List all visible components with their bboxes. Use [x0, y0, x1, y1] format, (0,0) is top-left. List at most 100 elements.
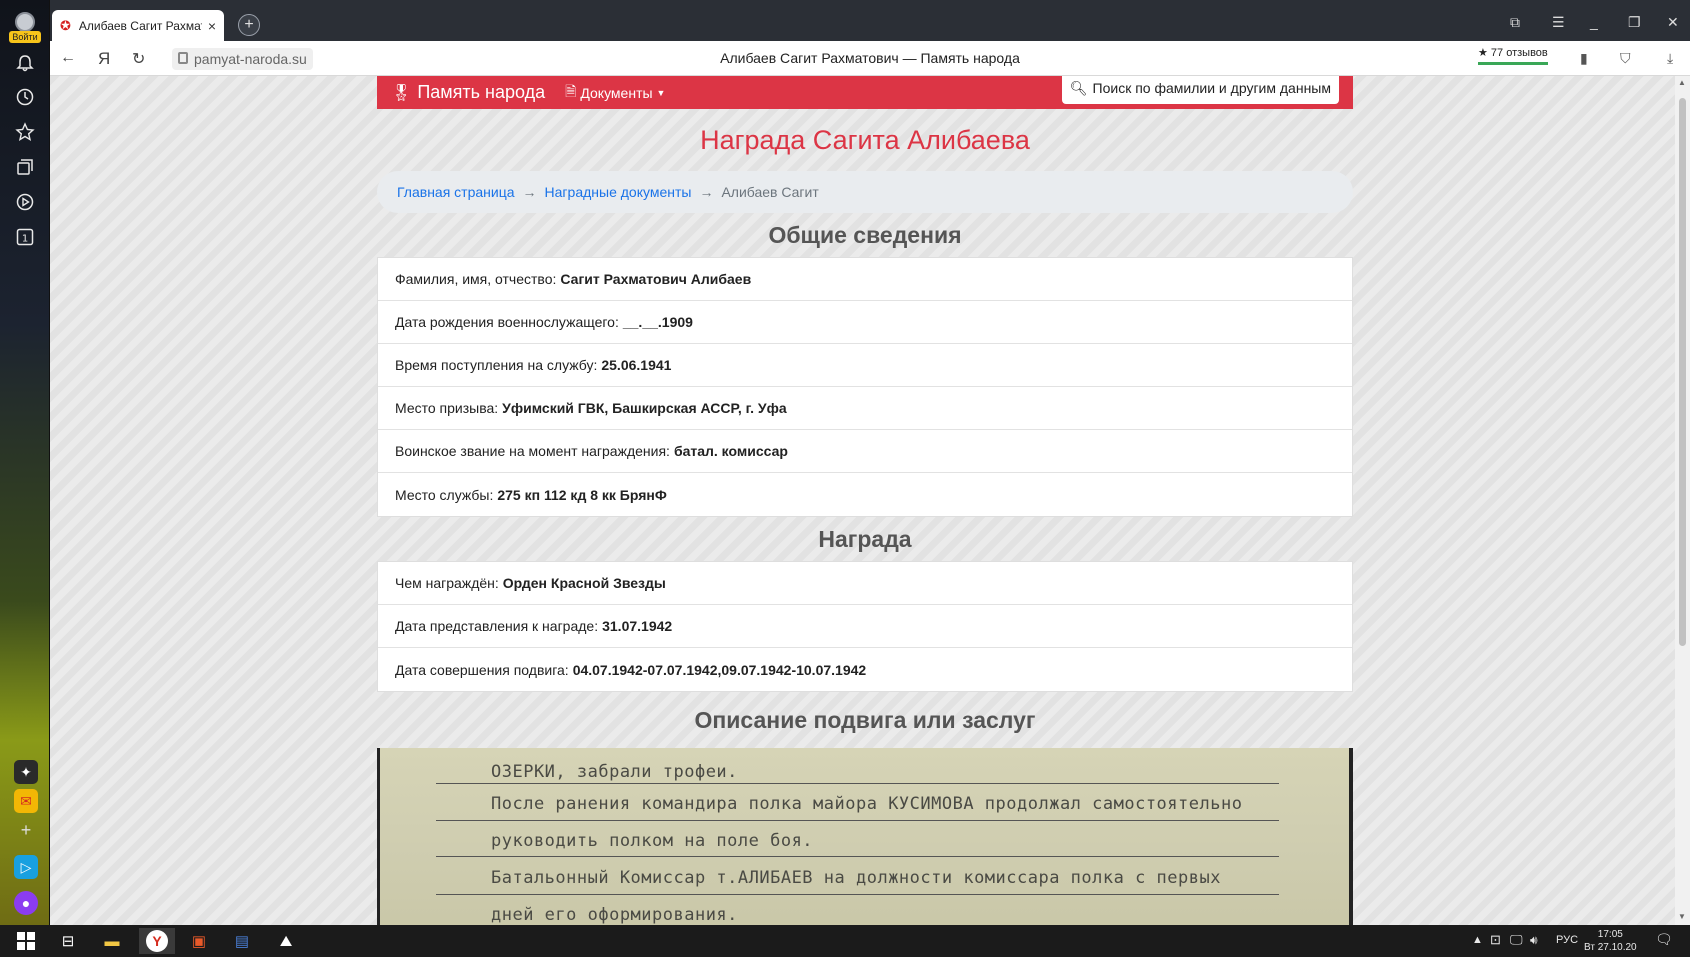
award-row-decoration: Чем награждён: Орден Красной Звезды	[378, 562, 1352, 605]
info-row-service-start: Время поступления на службу: 25.06.1941	[378, 344, 1352, 387]
general-info-list: Фамилия, имя, отчество: Сагит Рахматович …	[377, 257, 1353, 517]
windows-start-icon[interactable]	[8, 928, 44, 954]
notifications-icon[interactable]: 🗨︎	[1655, 931, 1673, 948]
breadcrumb-awards-link[interactable]: Наградные документы	[545, 184, 692, 200]
tab-close-icon[interactable]: ×	[208, 18, 216, 34]
page-title: Алибаев Сагит Рахматович — Память народа	[720, 50, 1020, 66]
document-line: После ранения командира полка майора КУС…	[491, 794, 1243, 814]
row-value: 25.06.1941	[601, 357, 672, 373]
tab-counter-icon[interactable]: 1	[15, 227, 35, 247]
document-line: дней его оформирования.	[491, 905, 738, 925]
alice-voice-icon[interactable]: ●	[14, 891, 38, 915]
brand-text: Память народа	[417, 82, 546, 102]
breadcrumb-current: Алибаев Сагит	[721, 184, 819, 200]
downloads-icon[interactable]: ⤓	[1667, 50, 1673, 67]
row-value: __.__.1909	[622, 314, 693, 330]
file-explorer-icon[interactable]: ▬	[94, 928, 130, 954]
restore-icon[interactable]: ❐	[1628, 14, 1641, 31]
caret-down-icon: ▼	[656, 87, 666, 98]
messenger-icon[interactable]: ▷	[14, 855, 38, 879]
document-line: Батальонный Комиссар т.АЛИБАЕВ на должно…	[491, 868, 1221, 888]
row-label: Дата рождения военнослужащего:	[395, 314, 619, 330]
section-award-heading: Награда	[818, 526, 912, 552]
video-play-icon[interactable]	[15, 192, 35, 212]
content-container: 🎖︎ Память народа 🗎 Документы ▼ 🔍︎ Поиск …	[377, 76, 1353, 925]
breadcrumb-home-link[interactable]: Главная страница	[397, 184, 515, 200]
volume-icon[interactable]: 🔊︎	[1530, 933, 1538, 948]
close-window-icon[interactable]: ✕	[1667, 14, 1679, 31]
info-row-rank: Воинское звание на момент награждения: ба…	[378, 430, 1352, 473]
row-value: Уфимский ГВК, Башкирская АССР, г. Уфа	[502, 400, 787, 416]
row-value: батал. комиссар	[673, 443, 788, 459]
document-editor-icon[interactable]: ▤	[224, 928, 260, 954]
yandex-browser-taskbar-icon[interactable]: Y	[139, 928, 175, 954]
info-row-name: Фамилия, имя, отчество: Сагит Рахматович …	[378, 258, 1352, 301]
tray-expand-icon[interactable]: ▲	[1472, 934, 1483, 946]
info-row-draft-place: Место призыва: Уфимский ГВК, Башкирская А…	[378, 387, 1352, 430]
profile-button[interactable]: Войти	[9, 10, 41, 44]
document-rule	[436, 894, 1279, 895]
award-row-feat-date: Дата совершения подвига: 04.07.1942-07.07…	[378, 648, 1352, 691]
row-label: Воинское звание на момент награждения:	[395, 443, 670, 459]
row-value: Орден Красной Звезды	[502, 575, 666, 591]
sync-icon[interactable]: ⧉	[1510, 14, 1520, 31]
scanned-award-document[interactable]: ОЗЕРКИ, забрали трофеи. После ранения ко…	[377, 748, 1353, 925]
system-clock[interactable]: 17:05 Вт 27.10.20	[1584, 928, 1637, 954]
collections-icon[interactable]	[15, 157, 35, 177]
page-scrollbar[interactable]: ▲ ▼	[1675, 76, 1690, 925]
row-label: Время поступления на службу:	[395, 357, 598, 373]
document-line: ОЗЕРКИ, забрали трофеи.	[491, 762, 738, 782]
documents-dropdown[interactable]: 🗎 Документы ▼	[565, 81, 665, 105]
scrollbar-thumb[interactable]	[1679, 98, 1686, 646]
bell-icon[interactable]	[15, 53, 35, 73]
row-value: 31.07.1942	[602, 618, 673, 634]
scroll-up-icon[interactable]: ▲	[1678, 78, 1686, 87]
award-title: Награда Сагита Алибаева	[700, 125, 1030, 155]
site-navbar: 🎖︎ Память народа 🗎 Документы ▼ 🔍︎ Поиск …	[377, 76, 1353, 109]
document-rule	[436, 820, 1279, 821]
section-description-heading: Описание подвига или заслуг	[694, 707, 1036, 733]
site-favicon-icon: ✪	[60, 17, 71, 33]
language-indicator[interactable]: РУС	[1556, 934, 1578, 946]
row-value: 04.07.1942-07.07.1942,09.07.1942-10.07.1…	[572, 661, 867, 678]
tray-app-icon[interactable]: ⊡	[1490, 932, 1501, 948]
photos-app-icon[interactable]: ⛰	[268, 928, 304, 954]
tab-title: Алибаев Сагит Рахмато	[78, 18, 202, 33]
network-icon[interactable]: 🖵︎	[1510, 932, 1523, 948]
menu-icon[interactable]: ☰	[1552, 14, 1565, 31]
reviews-badge[interactable]: ★ 77 отзывов	[1478, 46, 1548, 65]
search-button[interactable]: 🔍︎ Поиск по фамилии и другим данным	[1061, 76, 1339, 104]
document-icon: 🗎	[565, 82, 577, 99]
minimize-icon[interactable]: _	[1590, 14, 1598, 30]
breadcrumb-separator: →	[699, 184, 714, 200]
clock-time: 17:05	[1597, 929, 1623, 940]
browser-tab[interactable]: ✪ Алибаев Сагит Рахмато ×	[52, 10, 224, 41]
search-icon: 🔍︎	[1069, 79, 1088, 96]
alice-sparkle-icon[interactable]: ✦	[14, 760, 38, 784]
protect-icon[interactable]: ⛉	[1620, 50, 1631, 67]
task-view-icon[interactable]: ⊟	[50, 928, 86, 954]
document-rule	[436, 783, 1279, 784]
bookmark-icon[interactable]: ▮	[1580, 50, 1588, 67]
award-row-nomination-date: Дата представления к награде: 31.07.1942	[378, 605, 1352, 648]
bookmarks-star-icon[interactable]	[15, 122, 35, 142]
clock-date: Вт 27.10.20	[1584, 942, 1637, 953]
mail-icon[interactable]: ✉	[14, 789, 38, 813]
tab-strip: ✪ Алибаев Сагит Рахмато × + ⧉ ☰ _ ❐ ✕	[50, 8, 1690, 41]
row-label: Дата совершения подвига:	[395, 661, 569, 678]
row-label: Место службы:	[395, 486, 494, 503]
history-clock-icon[interactable]	[15, 87, 35, 107]
documents-label: Документы	[580, 84, 653, 101]
new-tab-button[interactable]: +	[238, 14, 260, 36]
info-row-unit: Место службы: 275 кп 112 кд 8 кк БрянФ	[378, 473, 1352, 516]
login-badge: Войти	[9, 31, 41, 43]
row-value: Сагит Рахматович Алибаев	[560, 271, 752, 287]
scroll-down-icon[interactable]: ▼	[1678, 912, 1686, 921]
presentation-app-icon[interactable]: ▣	[181, 928, 217, 954]
add-app-icon[interactable]: +	[14, 818, 38, 842]
page-viewport: 🎖︎ Память народа 🗎 Документы ▼ 🔍︎ Поиск …	[50, 76, 1675, 925]
row-label: Дата представления к награде:	[395, 618, 599, 634]
row-value: 275 кп 112 кд 8 кк БрянФ	[497, 486, 667, 503]
medal-icon: 🎖︎	[391, 84, 412, 102]
brand-link[interactable]: 🎖︎ Память народа	[391, 82, 545, 103]
